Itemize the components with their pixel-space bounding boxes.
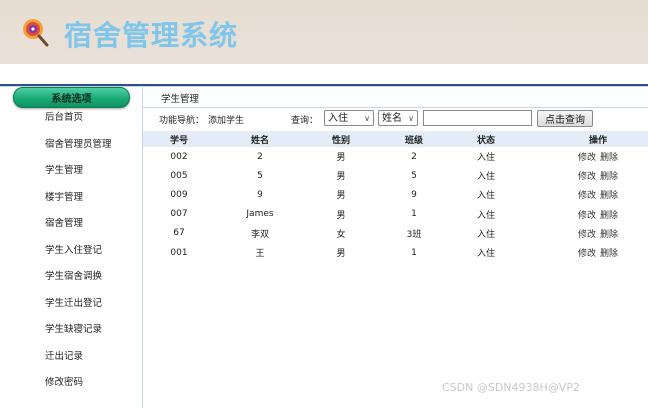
edit-link[interactable]: 修改 bbox=[578, 227, 596, 240]
col-header-id: 学号 bbox=[169, 135, 188, 146]
delete-link[interactable]: 删除 bbox=[600, 188, 618, 201]
field-select-value: 姓名 bbox=[382, 113, 402, 124]
edit-link[interactable]: 修改 bbox=[578, 188, 596, 201]
sidebar-item-change-password[interactable]: 修改密码 bbox=[0, 370, 142, 397]
status-select-value: 入住 bbox=[328, 113, 348, 124]
chevron-down-icon: ∨ bbox=[408, 114, 414, 123]
sidebar-item-admin-manage[interactable]: 宿舍管理员管理 bbox=[0, 132, 142, 159]
edit-link[interactable]: 修改 bbox=[578, 150, 596, 163]
cell-gender: 男 bbox=[336, 191, 346, 202]
watermark: CSDN @SDN4938H@VP2 bbox=[442, 381, 580, 394]
breadcrumb: 学生管理 bbox=[143, 87, 648, 108]
add-student-link[interactable]: 添加学生 bbox=[208, 113, 244, 126]
sidebar-item-home[interactable]: 后台首页 bbox=[0, 105, 142, 132]
edit-link[interactable]: 修改 bbox=[578, 208, 596, 221]
cell-id: 001 bbox=[170, 247, 188, 258]
cell-status: 入住 bbox=[476, 229, 495, 240]
cell-class: 5 bbox=[411, 170, 417, 181]
cell-class: 1 bbox=[411, 247, 417, 258]
app-header: 宿舍管理系统 bbox=[0, 0, 648, 64]
cell-status: 入住 bbox=[476, 191, 495, 202]
breadcrumb-current: 学生管理 bbox=[161, 94, 200, 105]
cell-gender: 男 bbox=[336, 172, 346, 183]
cell-actions: 修改 删除 bbox=[571, 243, 625, 262]
search-input[interactable] bbox=[423, 110, 532, 126]
cell-status: 入住 bbox=[476, 249, 495, 260]
sidebar: 系统选项 后台首页 宿舍管理员管理 学生管理 楼宇管理 宿舍管理 学生入住登记 … bbox=[0, 87, 143, 408]
delete-link[interactable]: 删除 bbox=[600, 150, 618, 163]
cell-name: 9 bbox=[257, 189, 263, 200]
table-row: 002 2 男 2 入住 修改 删除 bbox=[143, 147, 648, 166]
cell-actions: 修改 删除 bbox=[571, 185, 625, 204]
col-header-actions: 操作 bbox=[588, 135, 607, 146]
table-row: 007 James 男 1 入住 修改 删除 bbox=[143, 205, 648, 224]
cell-actions: 修改 删除 bbox=[571, 166, 625, 185]
nav-label: 功能导航： bbox=[159, 116, 205, 126]
cell-name: 李双 bbox=[250, 229, 269, 240]
cell-name: 2 bbox=[257, 151, 263, 162]
cell-actions: 修改 删除 bbox=[571, 147, 625, 166]
table-row: 67 李双 女 3班 入住 修改 删除 bbox=[143, 224, 648, 243]
delete-link[interactable]: 删除 bbox=[600, 227, 618, 240]
table-row: 005 5 男 5 入住 修改 删除 bbox=[143, 166, 648, 185]
cell-id: 002 bbox=[170, 151, 188, 162]
edit-link[interactable]: 修改 bbox=[578, 246, 596, 259]
cell-gender: 男 bbox=[336, 153, 346, 164]
cell-status: 入住 bbox=[476, 172, 495, 183]
cell-name: 5 bbox=[257, 170, 263, 181]
edit-link[interactable]: 修改 bbox=[578, 169, 596, 182]
col-header-class: 班级 bbox=[404, 135, 423, 146]
cell-status: 入住 bbox=[476, 210, 495, 221]
field-select[interactable]: 姓名 ∨ bbox=[378, 110, 418, 126]
delete-link[interactable]: 删除 bbox=[600, 169, 618, 182]
app-title: 宿舍管理系统 bbox=[64, 19, 239, 52]
cell-class: 9 bbox=[411, 189, 417, 200]
student-table: 学号 姓名 性别 班级 状态 操作 002 2 男 2 入住 修改 删除 005… bbox=[143, 131, 648, 262]
toolbar: 功能导航： 添加学生 查询： 入住 ∨ 姓名 ∨ 点击查询 bbox=[143, 108, 648, 130]
cell-actions: 修改 删除 bbox=[571, 224, 625, 243]
status-select[interactable]: 入住 ∨ bbox=[324, 110, 374, 126]
cell-name: James bbox=[246, 209, 274, 220]
table-row: 009 9 男 9 入住 修改 删除 bbox=[143, 185, 648, 204]
cell-gender: 女 bbox=[336, 229, 346, 240]
cell-class: 2 bbox=[411, 151, 417, 162]
sidebar-item-dorm-swap[interactable]: 学生宿舍调换 bbox=[0, 264, 142, 291]
lollipop-logo-icon bbox=[23, 19, 49, 47]
delete-link[interactable]: 删除 bbox=[600, 246, 618, 259]
table-header: 学号 姓名 性别 班级 状态 操作 bbox=[143, 131, 648, 147]
delete-link[interactable]: 删除 bbox=[600, 208, 618, 221]
col-header-gender: 性别 bbox=[331, 135, 350, 146]
main-content: 学生管理 功能导航： 添加学生 查询： 入住 ∨ 姓名 ∨ 点击查询 学号 姓名… bbox=[143, 87, 648, 408]
query-label: 查询： bbox=[291, 116, 319, 126]
sidebar-item-absence[interactable]: 学生缺寝记录 bbox=[0, 317, 142, 344]
sidebar-item-building-manage[interactable]: 楼宇管理 bbox=[0, 185, 142, 212]
col-header-name: 姓名 bbox=[250, 135, 269, 146]
sidebar-menu: 后台首页 宿舍管理员管理 学生管理 楼宇管理 宿舍管理 学生入住登记 学生宿舍调… bbox=[0, 105, 142, 397]
sidebar-item-checkin[interactable]: 学生入住登记 bbox=[0, 238, 142, 265]
cell-id: 67 bbox=[173, 228, 185, 239]
cell-actions: 修改 删除 bbox=[571, 205, 625, 224]
search-button[interactable]: 点击查询 bbox=[537, 110, 593, 127]
cell-gender: 男 bbox=[336, 249, 346, 260]
table-row: 001 王 男 1 入住 修改 删除 bbox=[143, 243, 648, 262]
sidebar-item-dorm-manage[interactable]: 宿舍管理 bbox=[0, 211, 142, 238]
cell-gender: 男 bbox=[336, 210, 346, 221]
cell-id: 005 bbox=[170, 170, 188, 181]
cell-class: 1 bbox=[411, 209, 417, 220]
cell-name: 王 bbox=[255, 249, 265, 260]
cell-class: 3班 bbox=[406, 229, 422, 240]
cell-id: 007 bbox=[170, 209, 188, 220]
col-header-status: 状态 bbox=[476, 135, 495, 146]
sidebar-item-checkout-records[interactable]: 迁出记录 bbox=[0, 344, 142, 371]
cell-id: 009 bbox=[170, 189, 188, 200]
sidebar-item-checkout[interactable]: 学生迁出登记 bbox=[0, 291, 142, 318]
sidebar-item-student-manage[interactable]: 学生管理 bbox=[0, 158, 142, 185]
chevron-down-icon: ∨ bbox=[364, 114, 370, 123]
cell-status: 入住 bbox=[476, 153, 495, 164]
